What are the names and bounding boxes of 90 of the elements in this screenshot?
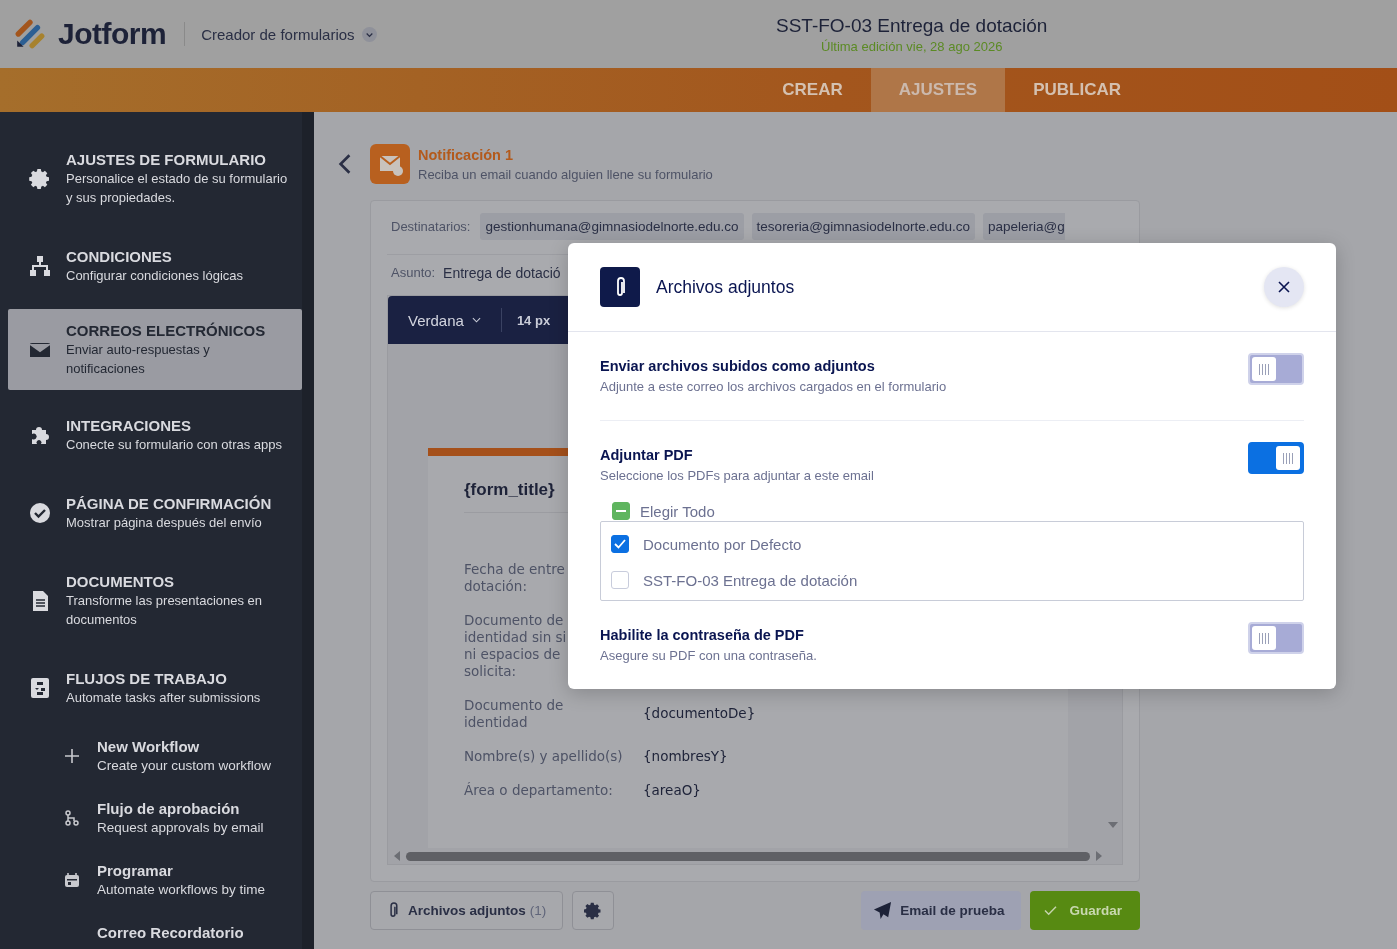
notification-title: Notificación 1	[418, 146, 515, 163]
setting-description: Adjunte a este correo los archivos cargados en el formulario	[600, 379, 947, 394]
workflow-icon	[28, 676, 52, 700]
sidebar-item[interactable]: AJUSTES DE FORMULARIO Personalice el estado de su formulario y sus propiedades.	[8, 140, 302, 217]
workflow-item-description: Request approvals by email	[97, 819, 264, 837]
gear-icon	[583, 900, 604, 921]
sidebar-item-title: CORREOS ELECTRÓNICOS	[66, 321, 266, 340]
sidebar-item-description: Automate tasks after submissions	[66, 689, 261, 707]
last-edit-text: Última edición vie, 28 ago 2026	[820, 38, 1004, 54]
field-label: Documento de identidad	[464, 697, 564, 731]
attachments-button[interactable]: Archivos adjuntos (1)	[370, 891, 564, 930]
close-button[interactable]	[1264, 267, 1304, 307]
calendar-icon	[64, 872, 80, 888]
branch-icon	[64, 810, 80, 826]
close-icon	[1278, 281, 1290, 293]
hierarchy-icon	[28, 254, 52, 278]
sidebar-item-description: Enviar auto-respuestas y notificaciones	[66, 341, 211, 378]
font-size-dropdown[interactable]: 14 px	[516, 312, 551, 328]
dialog-title: Archivos adjuntos	[656, 276, 795, 298]
sidebar-item-title: FLUJOS DE TRABAJO	[66, 669, 228, 688]
sidebar-item-title: AJUSTES DE FORMULARIO	[66, 150, 267, 169]
sidebar-item-title: DOCUMENTOS	[66, 572, 176, 591]
recipients-label: Destinatarios:	[390, 219, 471, 234]
sidebar-item-description: Mostrar página después del envío	[66, 514, 263, 532]
chevron-down-icon	[471, 317, 481, 323]
paper-plane-icon	[873, 901, 893, 920]
sidebar-item-description: Configurar condiciones lógicas	[66, 267, 244, 285]
workflow-item-title[interactable]: Programar	[97, 861, 266, 880]
select-all-checkbox[interactable]	[612, 502, 630, 520]
checkbox[interactable]	[611, 535, 629, 553]
sidebar-item[interactable]: FLUJOS DE TRABAJO Automate tasks after submissions	[8, 659, 302, 717]
recipient-chip[interactable]: gestionhumana@gimnasiodelnorte.edu.co	[480, 213, 744, 240]
envelope-icon	[370, 144, 410, 184]
plus-icon	[64, 748, 80, 764]
sidebar-item[interactable]: CONDICIONES Configurar condiciones lógicas	[8, 237, 302, 295]
recipient-chip[interactable]: papeleria@g	[982, 213, 1065, 240]
gear-icon	[28, 166, 52, 191]
sidebar-item-description: Transforme las presentaciones en documentos	[66, 592, 263, 629]
sidebar-item[interactable]: CORREOS ELECTRÓNICOS Enviar auto-respuestas y notificaciones	[8, 309, 302, 390]
paperclip-icon	[600, 267, 640, 307]
chevron-down-icon	[361, 26, 377, 42]
answer-field: {documentoDe}	[643, 705, 756, 722]
toggle-switch[interactable]	[1248, 442, 1304, 474]
font-dropdown[interactable]: Verdana	[408, 311, 481, 329]
sidebar-item-description: Personalice el estado de su formulario y sus propiedades.	[66, 170, 288, 207]
logo-icon	[14, 18, 46, 50]
setting-description: Seleccione los PDFs para adjuntar a este email	[600, 468, 874, 483]
workflow-item-title[interactable]: Flujo de aprobación	[97, 799, 264, 818]
workflow-item-description: Create your custom workflow	[97, 757, 272, 775]
sidebar-item-description: Conecte su formulario con otras apps	[66, 436, 283, 454]
back-chevron-icon[interactable]	[338, 153, 352, 175]
sidebar-item-title: CONDICIONES	[66, 247, 173, 266]
workflow-item-description: Automate workflows by time	[97, 881, 266, 899]
pdf-option-label: SST-FO-03 Entrega de dotación	[643, 571, 858, 589]
form-title-field: {form_title}	[464, 480, 555, 500]
setting-title: Adjuntar PDF	[600, 447, 694, 463]
form-title: SST-FO-03 Entrega de dotación	[776, 14, 1048, 37]
field-label: Nombre(s) y apellido(s)	[464, 748, 623, 765]
setting-title: Enviar archivos subidos como adjuntos	[600, 358, 876, 374]
settings-button[interactable]	[572, 891, 615, 930]
select-all-label: Elegir Todo	[640, 502, 715, 520]
field-label: Documento de identidad sin si ni espacios de solicita:	[464, 612, 567, 680]
field-label: Área o departamento:	[464, 782, 613, 799]
scroll-right-arrow-icon[interactable]	[1096, 851, 1102, 861]
setting-title: Habilite la contraseña de PDF	[600, 627, 805, 643]
test-email-button[interactable]: Email de prueba	[861, 891, 1022, 930]
subject-label: Asunto:	[390, 265, 436, 281]
sidebar-item[interactable]: INTEGRACIONES Conecte su formulario con otras apps	[8, 406, 302, 464]
sidebar-item-title: INTEGRACIONES	[66, 416, 192, 435]
checkmark-icon	[1044, 905, 1058, 916]
notification-subtitle: Reciba un email cuando alguien llene su formulario	[418, 166, 713, 182]
sidebar-item-title: PÁGINA DE CONFIRMACIÓN	[66, 494, 272, 513]
horizontal-scrollbar-thumb[interactable]	[406, 851, 1090, 861]
pdf-option-label: Documento por Defecto	[643, 535, 802, 553]
sidebar-item[interactable]: PÁGINA DE CONFIRMACIÓN Mostrar página después del envío	[8, 484, 302, 542]
check-circle-icon	[28, 501, 52, 525]
workflow-item-title[interactable]: Correo Recordatorio	[97, 923, 244, 942]
logo-text: Jotform	[58, 17, 167, 51]
answer-field: {nombresY}	[643, 748, 728, 765]
product-dropdown[interactable]: Creador de formularios	[201, 25, 377, 43]
workflow-item-title[interactable]: New Workflow	[97, 737, 272, 756]
scroll-down-arrow-icon[interactable]	[1108, 822, 1118, 828]
recipient-chip[interactable]: tesoreria@gimnasiodelnorte.edu.co	[751, 213, 975, 240]
field-label: Fecha de entre dotación:	[464, 561, 565, 595]
setting-description: Asegure su PDF con una contraseña.	[600, 648, 817, 663]
answer-field: {areaO}	[643, 782, 701, 799]
subject-value[interactable]: Entrega de dotació	[443, 265, 561, 281]
scroll-left-arrow-icon[interactable]	[394, 851, 400, 861]
paperclip-icon	[387, 902, 399, 919]
sidebar-item[interactable]: DOCUMENTOS Transforme las presentaciones en documentos	[8, 562, 302, 639]
